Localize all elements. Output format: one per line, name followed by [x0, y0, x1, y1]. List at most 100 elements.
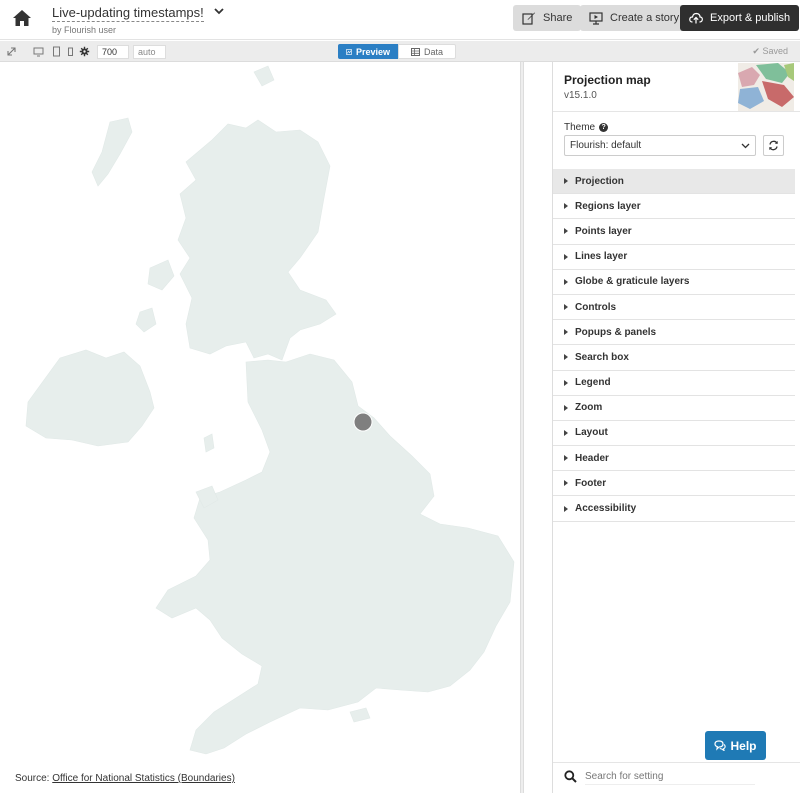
cloud-upload-icon — [689, 12, 703, 24]
tab-preview[interactable]: Preview — [338, 44, 398, 59]
share-button[interactable]: Share — [513, 5, 582, 31]
author-byline: by Flourish user — [52, 25, 117, 35]
home-icon[interactable] — [12, 8, 32, 28]
map-preview[interactable]: Source: Office for National Statistics (… — [0, 62, 520, 793]
refresh-icon — [769, 140, 778, 151]
caret-right-icon — [564, 304, 568, 311]
settings-search-input[interactable] — [585, 769, 755, 785]
caret-right-icon — [564, 379, 568, 386]
settings-section-label: Footer — [575, 477, 607, 489]
export-publish-label: Export & publish — [710, 12, 791, 24]
tab-data[interactable]: Data — [398, 44, 456, 59]
view-switcher: Preview Data — [338, 44, 456, 59]
caret-right-icon — [564, 429, 568, 436]
settings-section-label: Points layer — [575, 225, 632, 237]
chat-icon — [714, 740, 727, 751]
caret-right-icon — [564, 455, 568, 462]
visualisation-title[interactable]: Live-updating timestamps! — [52, 5, 204, 22]
saved-label: Saved — [762, 46, 788, 56]
source-footer: Source: Office for National Statistics (… — [15, 773, 235, 784]
theme-select-value: Flourish: default — [570, 140, 642, 151]
panel-resize-handle[interactable] — [520, 62, 524, 793]
story-icon — [589, 12, 603, 25]
england-wales-region — [155, 353, 515, 755]
caret-right-icon — [564, 354, 568, 361]
settings-section-lines-layer[interactable]: Lines layer — [553, 245, 795, 270]
settings-section-projection[interactable]: Projection — [553, 169, 795, 195]
settings-section-globe-graticule-layers[interactable]: Globe & graticule layers — [553, 270, 795, 295]
orkney — [253, 65, 275, 87]
edit-icon — [522, 12, 535, 25]
isle-of-wight — [349, 707, 371, 723]
help-button[interactable]: Help — [705, 731, 766, 760]
settings-section-layout[interactable]: Layout — [553, 421, 795, 447]
refresh-theme-button[interactable] — [763, 135, 784, 156]
source-link[interactable]: Office for National Statistics (Boundari… — [52, 773, 235, 784]
settings-section-points-layer[interactable]: Points layer — [553, 219, 795, 245]
chevron-down-icon — [741, 143, 750, 148]
western-isles — [91, 117, 133, 187]
mobile-icon[interactable] — [65, 46, 76, 57]
settings-section-label: Search box — [575, 351, 629, 363]
settings-section-regions-layer[interactable]: Regions layer — [553, 194, 795, 220]
caret-right-icon — [564, 253, 568, 260]
saved-status: ✔ Saved — [752, 46, 788, 57]
settings-section-controls[interactable]: Controls — [553, 295, 795, 321]
settings-section-label: Projection — [575, 175, 624, 187]
caret-right-icon — [564, 228, 568, 235]
settings-section-label: Regions layer — [575, 200, 641, 212]
caret-right-icon — [564, 278, 568, 285]
top-bar: Live-updating timestamps! by Flourish us… — [0, 0, 800, 40]
settings-section-popups-panels[interactable]: Popups & panels — [553, 320, 795, 346]
settings-section-label: Zoom — [575, 402, 603, 414]
share-label: Share — [543, 12, 573, 24]
settings-section-footer[interactable]: Footer — [553, 471, 795, 497]
title-area: Live-updating timestamps! by Flourish us… — [52, 4, 224, 35]
settings-sections: Projection Regions layer Points layer Lines… — [553, 169, 795, 522]
tab-preview-label: Preview — [355, 46, 390, 57]
template-header: Projection map v15.1.0 — [553, 62, 800, 112]
settings-panel: Projection map v15.1.0 Theme ? Flourish:… — [552, 62, 800, 793]
uk-map[interactable] — [0, 62, 520, 793]
table-icon — [410, 47, 420, 56]
tablet-icon[interactable] — [51, 46, 62, 57]
caret-right-icon — [564, 178, 568, 185]
template-thumbnail[interactable] — [738, 63, 794, 111]
isle-of-man — [203, 433, 215, 453]
theme-select[interactable]: Flourish: default — [564, 135, 756, 156]
search-icon — [564, 770, 577, 783]
expand-icon[interactable] — [6, 46, 17, 57]
width-input[interactable]: 700 — [97, 45, 129, 59]
northern-ireland — [25, 349, 155, 447]
caret-right-icon — [564, 480, 568, 487]
help-label: Help — [730, 738, 757, 753]
height-input[interactable]: auto — [133, 45, 166, 59]
create-story-button[interactable]: Create a story — [580, 5, 689, 31]
settings-section-legend[interactable]: Legend — [553, 371, 795, 396]
desktop-icon[interactable] — [33, 46, 44, 57]
gear-icon[interactable] — [79, 46, 90, 57]
create-story-label: Create a story — [610, 12, 680, 24]
settings-section-header[interactable]: Header — [553, 446, 795, 472]
settings-section-label: Globe & graticule layers — [575, 276, 690, 288]
settings-section-accessibility[interactable]: Accessibility — [553, 496, 795, 522]
source-prefix: Source: — [15, 773, 53, 784]
settings-section-search-box[interactable]: Search box — [553, 345, 795, 371]
help-circle-icon[interactable]: ? — [599, 123, 609, 132]
caret-right-icon — [564, 505, 568, 512]
map-point — [353, 412, 373, 432]
settings-section-label: Layout — [575, 427, 608, 439]
chart-icon — [346, 48, 352, 55]
settings-search-bar — [553, 762, 800, 793]
theme-label-text: Theme — [564, 122, 596, 133]
export-publish-button[interactable]: Export & publish — [680, 5, 800, 31]
settings-section-label: Accessibility — [575, 503, 637, 515]
preview-toolbar: 700 auto Preview Data ✔ Saved — [0, 41, 800, 62]
settings-section-label: Legend — [575, 377, 611, 389]
settings-section-label: Controls — [575, 301, 617, 313]
settings-section-zoom[interactable]: Zoom — [553, 396, 795, 421]
chevron-down-icon[interactable] — [214, 6, 224, 16]
tab-data-label: Data — [423, 46, 443, 57]
scotland-region — [177, 119, 337, 361]
settings-section-label: Header — [575, 452, 609, 464]
